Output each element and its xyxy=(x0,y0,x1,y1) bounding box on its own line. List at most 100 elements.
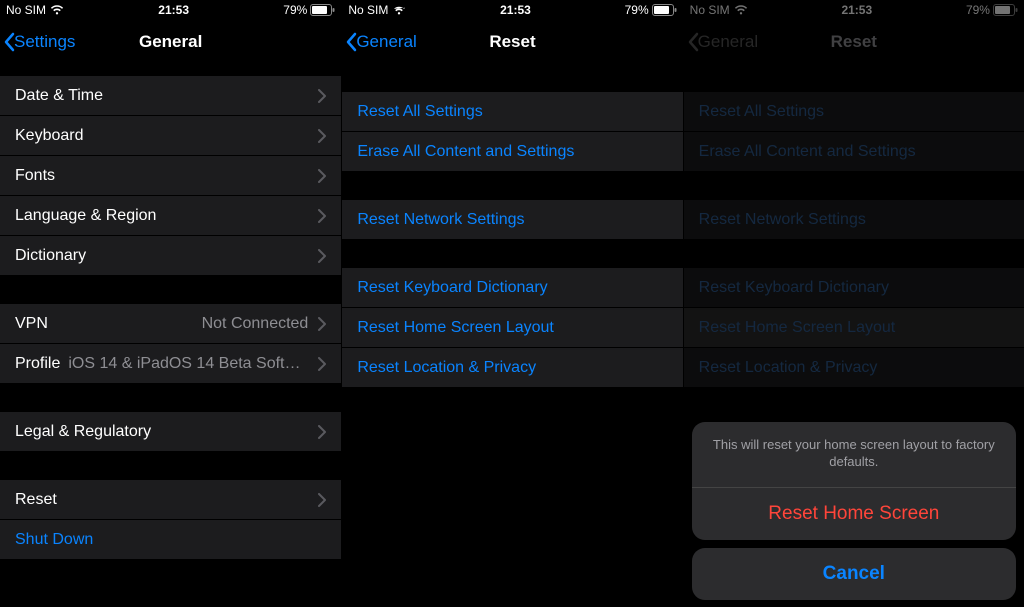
nav-title: Reset xyxy=(831,32,877,52)
row-value: Not Connected xyxy=(48,315,308,333)
group-reset-2: Reset Network Settings xyxy=(684,200,1024,240)
row-label: Reset Keyboard Dictionary xyxy=(699,279,889,297)
row-label: Fonts xyxy=(15,167,55,185)
chevron-right-icon xyxy=(318,249,326,263)
battery-pct: 79% xyxy=(966,3,990,17)
row-fonts[interactable]: Fonts xyxy=(0,156,341,196)
nav-bar: General Reset xyxy=(342,20,682,64)
action-sheet: This will reset your home screen layout … xyxy=(692,422,1016,600)
screen-reset: No SIM 21:53 79% General Reset Reset All… xyxy=(341,0,682,607)
row-reset-location: Reset Location & Privacy xyxy=(684,348,1024,388)
clock-label: 21:53 xyxy=(406,3,624,17)
status-bar: No SIM 21:53 79% xyxy=(684,0,1024,20)
wifi-icon xyxy=(734,5,748,15)
chevron-right-icon xyxy=(318,209,326,223)
chevron-right-icon xyxy=(318,493,326,507)
row-label: Reset All Settings xyxy=(357,103,482,121)
row-label: Keyboard xyxy=(15,127,84,145)
chevron-right-icon xyxy=(318,357,326,371)
row-label: Reset Location & Privacy xyxy=(699,359,878,377)
row-reset[interactable]: Reset xyxy=(0,480,341,520)
row-language-region[interactable]: Language & Region xyxy=(0,196,341,236)
row-label: VPN xyxy=(15,315,48,333)
row-erase-all[interactable]: Erase All Content and Settings xyxy=(342,132,682,172)
row-dictionary[interactable]: Dictionary xyxy=(0,236,341,276)
row-label: Reset All Settings xyxy=(699,103,824,121)
row-label: Reset Location & Privacy xyxy=(357,359,536,377)
group-reset-1: Reset All Settings Erase All Content and… xyxy=(684,92,1024,172)
row-keyboard[interactable]: Keyboard xyxy=(0,116,341,156)
row-reset-location[interactable]: Reset Location & Privacy xyxy=(342,348,682,388)
back-button: General xyxy=(688,20,758,64)
row-erase-all: Erase All Content and Settings xyxy=(684,132,1024,172)
row-label: Shut Down xyxy=(15,531,93,549)
cancel-button[interactable]: Cancel xyxy=(692,548,1016,600)
nav-bar: General Reset xyxy=(684,20,1024,64)
chevron-right-icon xyxy=(318,169,326,183)
row-profile[interactable]: Profile iOS 14 & iPadOS 14 Beta Softwar.… xyxy=(0,344,341,384)
row-shutdown[interactable]: Shut Down xyxy=(0,520,341,560)
action-sheet-card: This will reset your home screen layout … xyxy=(692,422,1016,540)
battery-icon xyxy=(310,4,335,16)
row-reset-network: Reset Network Settings xyxy=(684,200,1024,240)
battery-pct: 79% xyxy=(625,3,649,17)
button-label: Reset Home Screen xyxy=(768,503,939,525)
row-label: Legal & Regulatory xyxy=(15,423,151,441)
back-button[interactable]: General xyxy=(346,20,416,64)
row-reset-network[interactable]: Reset Network Settings xyxy=(342,200,682,240)
battery-icon xyxy=(652,4,677,16)
row-label: Erase All Content and Settings xyxy=(699,143,916,161)
row-reset-all[interactable]: Reset All Settings xyxy=(342,92,682,132)
row-label: Reset Keyboard Dictionary xyxy=(357,279,547,297)
row-label: Reset Network Settings xyxy=(699,211,866,229)
screen-general: No SIM 21:53 79% Settings General Date &… xyxy=(0,0,341,607)
row-label: Erase All Content and Settings xyxy=(357,143,574,161)
group-reset-2: Reset Network Settings xyxy=(342,200,682,240)
row-reset-keyboard[interactable]: Reset Keyboard Dictionary xyxy=(342,268,682,308)
row-label: Reset Home Screen Layout xyxy=(357,319,554,337)
row-label: Reset xyxy=(15,491,57,509)
row-value: iOS 14 & iPadOS 14 Beta Softwar... xyxy=(60,355,308,373)
screen-reset-confirm: No SIM 21:53 79% General Reset Reset All… xyxy=(683,0,1024,607)
wifi-icon xyxy=(50,5,64,15)
group-reset-1: Reset All Settings Erase All Content and… xyxy=(342,92,682,172)
chevron-right-icon xyxy=(318,89,326,103)
chevron-right-icon xyxy=(318,317,326,331)
battery-pct: 79% xyxy=(283,3,307,17)
clock-label: 21:53 xyxy=(64,3,283,17)
nav-bar: Settings General xyxy=(0,20,341,64)
back-label: General xyxy=(698,32,758,52)
group-main: Date & Time Keyboard Fonts Language & Re… xyxy=(0,76,341,276)
row-label: Reset Network Settings xyxy=(357,211,524,229)
row-label: Profile xyxy=(15,355,60,373)
back-label: General xyxy=(356,32,416,52)
row-reset-all: Reset All Settings xyxy=(684,92,1024,132)
row-legal[interactable]: Legal & Regulatory xyxy=(0,412,341,452)
carrier-label: No SIM xyxy=(690,3,730,17)
row-vpn[interactable]: VPN Not Connected xyxy=(0,304,341,344)
row-date-time[interactable]: Date & Time xyxy=(0,76,341,116)
clock-label: 21:53 xyxy=(748,3,966,17)
group-reset-3: Reset Keyboard Dictionary Reset Home Scr… xyxy=(342,268,682,388)
nav-title: Reset xyxy=(489,32,535,52)
row-reset-home: Reset Home Screen Layout xyxy=(684,308,1024,348)
group-reset-3: Reset Keyboard Dictionary Reset Home Scr… xyxy=(684,268,1024,388)
back-button[interactable]: Settings xyxy=(4,20,75,64)
chevron-right-icon xyxy=(318,129,326,143)
row-label: Language & Region xyxy=(15,207,156,225)
wifi-icon xyxy=(392,5,406,15)
carrier-label: No SIM xyxy=(348,3,388,17)
reset-home-screen-button[interactable]: Reset Home Screen xyxy=(692,488,1016,540)
status-bar: No SIM 21:53 79% xyxy=(342,0,682,20)
back-label: Settings xyxy=(14,32,75,52)
row-reset-keyboard: Reset Keyboard Dictionary xyxy=(684,268,1024,308)
row-label: Dictionary xyxy=(15,247,86,265)
battery-icon xyxy=(993,4,1018,16)
carrier-label: No SIM xyxy=(6,3,46,17)
nav-title: General xyxy=(139,32,202,52)
row-label: Reset Home Screen Layout xyxy=(699,319,896,337)
row-label: Date & Time xyxy=(15,87,103,105)
action-sheet-message: This will reset your home screen layout … xyxy=(692,422,1016,488)
row-reset-home[interactable]: Reset Home Screen Layout xyxy=(342,308,682,348)
button-label: Cancel xyxy=(823,563,885,585)
